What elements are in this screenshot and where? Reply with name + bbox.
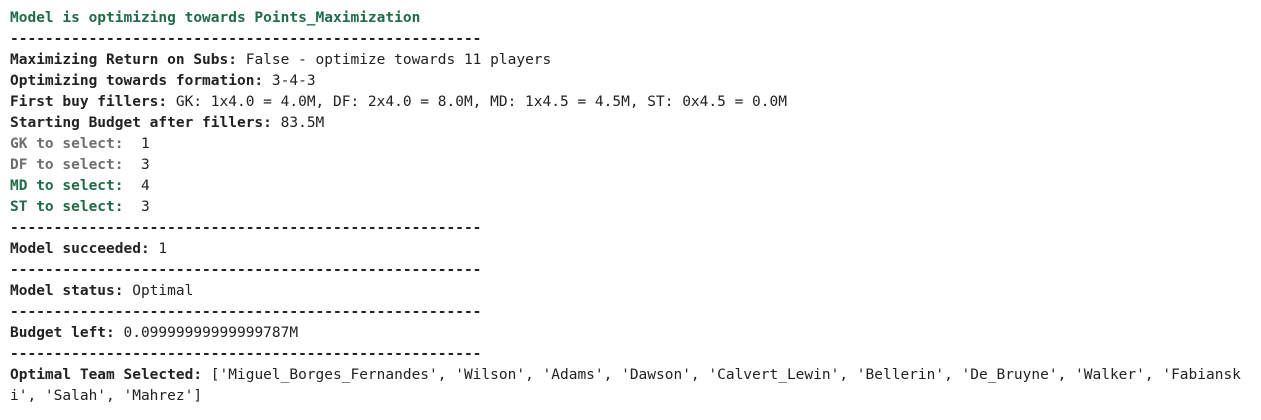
gk-select-label: GK to select: <box>10 136 133 152</box>
separator: ----------------------------------------… <box>10 262 482 278</box>
formation-line: Optimizing towards formation: 3-4-3 <box>10 71 1255 92</box>
gk-select-value: 1 <box>132 136 150 152</box>
subs-line: Maximizing Return on Subs: False - optim… <box>10 50 1255 71</box>
optimization-header: Model is optimizing towards Points_Maxim… <box>10 10 421 26</box>
df-select-label: DF to select: <box>10 157 133 173</box>
separator: ----------------------------------------… <box>10 304 482 320</box>
budget-left-label: Budget left: <box>10 325 115 341</box>
fillers-label: First buy fillers: <box>10 94 168 110</box>
console-output: Model is optimizing towards Points_Maxim… <box>10 8 1255 407</box>
separator: ----------------------------------------… <box>10 31 482 47</box>
md-select-value: 4 <box>132 178 150 194</box>
df-select-value: 3 <box>132 157 150 173</box>
team-label: Optimal Team Selected: <box>10 367 203 383</box>
budget-start-value: 83.5M <box>271 115 325 131</box>
status-label: Model status: <box>10 283 124 299</box>
budget-left-line: Budget left: 0.09999999999999787M <box>10 323 1255 344</box>
separator: ----------------------------------------… <box>10 220 482 236</box>
subs-value: False - optimize towards 11 players <box>236 52 552 68</box>
budget-start-label: Starting Budget after fillers: <box>10 115 272 131</box>
subs-label: Maximizing Return on Subs: <box>10 52 237 68</box>
budget-start-line: Starting Budget after fillers: 83.5M <box>10 113 1255 134</box>
formation-label: Optimizing towards formation: <box>10 73 264 89</box>
succeeded-value: 1 <box>149 241 168 257</box>
succeeded-label: Model succeeded: <box>10 241 150 257</box>
st-select-line: ST to select: 3 <box>10 197 1255 218</box>
df-select-line: DF to select: 3 <box>10 155 1255 176</box>
st-select-value: 3 <box>132 199 150 215</box>
status-value: Optimal <box>123 283 194 299</box>
fillers-line: First buy fillers: GK: 1x4.0 = 4.0M, DF:… <box>10 92 1255 113</box>
budget-left-value: 0.09999999999999787M <box>114 325 299 341</box>
formation-value: 3-4-3 <box>263 73 316 89</box>
status-line: Model status: Optimal <box>10 281 1255 302</box>
gk-select-line: GK to select: 1 <box>10 134 1255 155</box>
md-select-line: MD to select: 4 <box>10 176 1255 197</box>
separator: ----------------------------------------… <box>10 346 482 362</box>
st-select-label: ST to select: <box>10 199 133 215</box>
succeeded-line: Model succeeded: 1 <box>10 239 1255 260</box>
team-line: Optimal Team Selected: ['Miguel_Borges_F… <box>10 365 1255 407</box>
md-select-label: MD to select: <box>10 178 133 194</box>
fillers-value: GK: 1x4.0 = 4.0M, DF: 2x4.0 = 8.0M, MD: … <box>167 94 787 110</box>
